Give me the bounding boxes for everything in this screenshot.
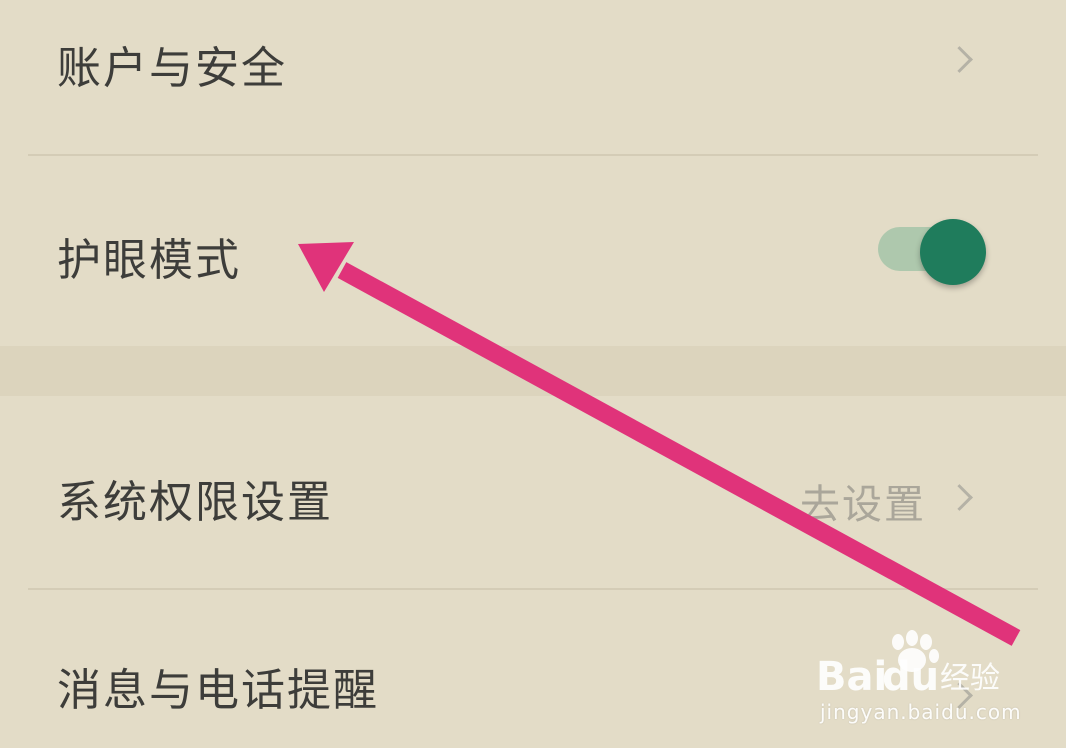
settings-item-label: 系统权限设置 xyxy=(57,477,333,528)
watermark-url: jingyan.baidu.com xyxy=(820,700,1022,724)
settings-item-account-security[interactable]: 账户与安全 xyxy=(0,0,1066,154)
settings-screen: 账户与安全 护眼模式 系统权限设置 去设置 消息与电话提醒 Bai du 经验 … xyxy=(0,0,1066,748)
chevron-right-icon xyxy=(946,46,973,73)
eye-care-mode-toggle[interactable] xyxy=(878,219,988,285)
settings-item-label: 消息与电话提醒 xyxy=(57,665,379,716)
svg-text:经验: 经验 xyxy=(940,661,1000,696)
chevron-right-icon xyxy=(946,484,973,511)
baidu-jingyan-logo: Bai du 经验 xyxy=(816,630,1000,700)
settings-item-label: 账户与安全 xyxy=(57,43,287,94)
svg-text:du: du xyxy=(882,654,939,700)
section-separator xyxy=(0,346,1066,396)
svg-text:Bai: Bai xyxy=(816,654,887,700)
toggle-knob xyxy=(920,219,986,285)
settings-item-system-permissions[interactable]: 系统权限设置 去设置 xyxy=(0,396,1066,588)
settings-item-label: 护眼模式 xyxy=(57,235,241,286)
baidu-watermark: Bai du 经验 jingyan.baidu.com xyxy=(812,628,1032,728)
settings-item-value: 去设置 xyxy=(800,482,926,528)
